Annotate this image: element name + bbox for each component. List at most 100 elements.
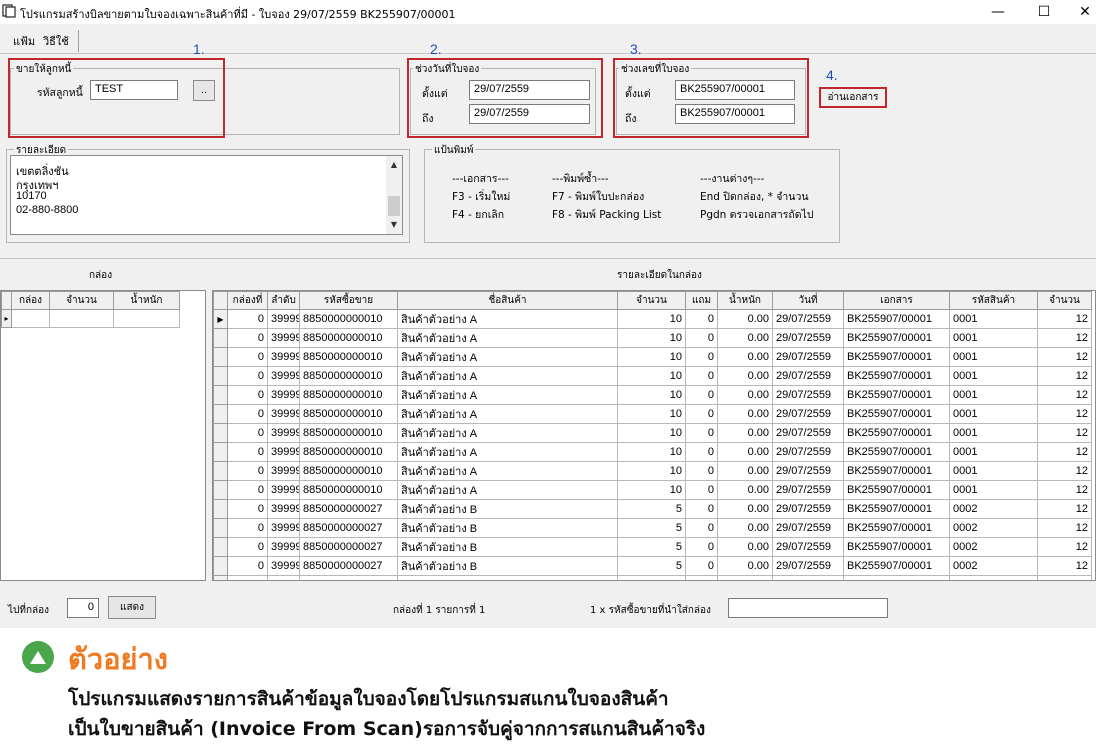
cell-box-no[interactable]: 0: [227, 499, 268, 519]
cell-barcode[interactable]: 8850000000010: [299, 461, 398, 481]
cell-date[interactable]: 29/07/2559: [772, 499, 844, 519]
cell-document[interactable]: BK255907/00001: [843, 366, 950, 386]
cell-barcode[interactable]: 8850000000027: [299, 518, 398, 538]
cell-qty-2[interactable]: 12: [1037, 442, 1092, 462]
cell-barcode[interactable]: 8850000000010: [299, 309, 398, 329]
cell-box-no[interactable]: 0: [227, 556, 268, 576]
box-col-qty[interactable]: จำนวน: [49, 291, 114, 310]
cell-box-no[interactable]: 0: [227, 309, 268, 329]
cell-date[interactable]: 29/07/2559: [772, 575, 844, 580]
cell-product-name[interactable]: สินค้าตัวอย่าง A: [397, 480, 618, 500]
cell-free[interactable]: 0: [685, 328, 718, 348]
cell-document[interactable]: BK255907/00001: [843, 480, 950, 500]
table-row[interactable]: ▸: [1, 309, 180, 328]
cell-weight[interactable]: 0.00: [717, 347, 773, 367]
cell-free[interactable]: 0: [685, 461, 718, 481]
cell-seq[interactable]: 39999: [267, 404, 300, 424]
cell-product-name[interactable]: สินค้าตัวอย่าง A: [397, 328, 618, 348]
cell-weight[interactable]: 0.00: [717, 404, 773, 424]
detail-col-date[interactable]: วันที่: [772, 291, 844, 310]
cell-seq[interactable]: 39999: [267, 423, 300, 443]
table-row[interactable]: 0399998850000000027สินค้าตัวอย่าง B500.0…: [213, 499, 1092, 519]
cell-qty-2[interactable]: 12: [1037, 556, 1092, 576]
detail-col-product-code[interactable]: รหัสสินค้า: [949, 291, 1038, 310]
table-row[interactable]: 0 39999 8850000000010 สินค้าตัวอย่าง A 10 0 0.…: [213, 442, 1092, 462]
cell-free[interactable]: 0: [685, 518, 718, 538]
cell-barcode[interactable]: 8850000000010: [299, 385, 398, 405]
box-cell[interactable]: [49, 309, 114, 328]
cell-qty[interactable]: 5: [617, 499, 686, 519]
detail-col-document[interactable]: เอกสาร: [843, 291, 950, 310]
cell-date[interactable]: 29/07/2559: [772, 537, 844, 557]
cell-box-no[interactable]: 0: [227, 480, 268, 500]
detail-col-seq[interactable]: ลำดับ: [267, 291, 300, 310]
cell-qty[interactable]: 5: [617, 575, 686, 580]
cell-seq[interactable]: 39999: [267, 309, 300, 329]
cell-seq[interactable]: 39999: [267, 385, 300, 405]
cell-document[interactable]: BK255907/00001: [843, 423, 950, 443]
cell-free[interactable]: 0: [685, 309, 718, 329]
cell-weight[interactable]: 0.00: [717, 518, 773, 538]
cell-document[interactable]: BK255907/00001: [843, 537, 950, 557]
cell-free[interactable]: 0: [685, 423, 718, 443]
table-row[interactable]: 0 39999 8850000000010 สินค้าตัวอย่าง A 10 0 0.…: [213, 461, 1092, 481]
cell-barcode[interactable]: 8850000000010: [299, 328, 398, 348]
cell-qty-2[interactable]: 12: [1037, 385, 1092, 405]
cell-qty-2[interactable]: 12: [1037, 537, 1092, 557]
cell-weight[interactable]: 0.00: [717, 423, 773, 443]
cell-barcode[interactable]: 8850000000010: [299, 347, 398, 367]
cell-product-code[interactable]: 0001: [949, 385, 1038, 405]
cell-product-code[interactable]: 0001: [949, 461, 1038, 481]
cell-document[interactable]: BK255907/00001: [843, 499, 950, 519]
table-row[interactable]: 0 39999 8850000000010 สินค้าตัวอย่าง A 10 0 0.…: [213, 366, 1092, 386]
cell-qty[interactable]: 10: [617, 461, 686, 481]
cell-barcode[interactable]: 8850000000027: [299, 556, 398, 576]
detail-col-weight[interactable]: น้ำหนัก: [717, 291, 773, 310]
cell-seq[interactable]: 39999: [267, 537, 300, 557]
menu-file[interactable]: แฟ้ม: [13, 32, 35, 50]
scan-input[interactable]: [728, 598, 888, 618]
cell-product-name[interactable]: สินค้าตัวอย่าง A: [397, 347, 618, 367]
cell-qty-2[interactable]: 12: [1037, 366, 1092, 386]
table-row[interactable]: 0399998850000000027สินค้าตัวอย่าง B500.0…: [213, 518, 1092, 538]
cell-qty-2[interactable]: 12: [1037, 518, 1092, 538]
detail-col-free[interactable]: แถม: [685, 291, 718, 310]
cell-box-no[interactable]: 0: [227, 385, 268, 405]
cell-weight[interactable]: 0.00: [717, 366, 773, 386]
cell-qty-2[interactable]: 12: [1037, 499, 1092, 519]
cell-box-no[interactable]: 0: [227, 518, 268, 538]
cell-barcode[interactable]: 8850000000010: [299, 480, 398, 500]
cell-weight[interactable]: 0.00: [717, 442, 773, 462]
cell-product-name[interactable]: สินค้าตัวอย่าง B: [397, 537, 618, 557]
cell-product-code[interactable]: 0001: [949, 480, 1038, 500]
box-col-box[interactable]: กล่อง: [11, 291, 50, 310]
close-button[interactable]: ✕: [1062, 0, 1096, 24]
cell-weight[interactable]: 0.00: [717, 480, 773, 500]
cell-weight[interactable]: 0.00: [717, 328, 773, 348]
show-button[interactable]: แสดง: [108, 596, 156, 619]
cell-qty[interactable]: 10: [617, 366, 686, 386]
cell-weight[interactable]: 0.00: [717, 537, 773, 557]
cell-product-code[interactable]: 0001: [949, 309, 1038, 329]
cell-product-code[interactable]: 0002: [949, 575, 1038, 580]
table-row[interactable]: 0 39999 8850000000010 สินค้าตัวอย่าง A 10 0 0.…: [213, 404, 1092, 424]
cell-document[interactable]: BK255907/00001: [843, 461, 950, 481]
cell-seq[interactable]: 39999: [267, 366, 300, 386]
minimize-button[interactable]: —: [975, 0, 1021, 24]
cell-product-code[interactable]: 0002: [949, 499, 1038, 519]
cell-free[interactable]: 0: [685, 556, 718, 576]
cell-product-code[interactable]: 0001: [949, 423, 1038, 443]
box-cell[interactable]: [11, 309, 50, 328]
cell-product-code[interactable]: 0001: [949, 366, 1038, 386]
cell-seq[interactable]: 39999: [267, 328, 300, 348]
menu-howto[interactable]: วิธีใช้: [43, 32, 69, 50]
cell-barcode[interactable]: 8850000000027: [299, 537, 398, 557]
cell-box-no[interactable]: 0: [227, 537, 268, 557]
cell-qty[interactable]: 10: [617, 328, 686, 348]
cell-product-name[interactable]: สินค้าตัวอย่าง A: [397, 423, 618, 443]
cell-document[interactable]: BK255907/00001: [843, 385, 950, 405]
detail-scrollbar[interactable]: ▲ ▼: [386, 156, 402, 234]
cell-free[interactable]: 0: [685, 385, 718, 405]
cell-qty[interactable]: 10: [617, 423, 686, 443]
cell-product-name[interactable]: สินค้าตัวอย่าง A: [397, 366, 618, 386]
